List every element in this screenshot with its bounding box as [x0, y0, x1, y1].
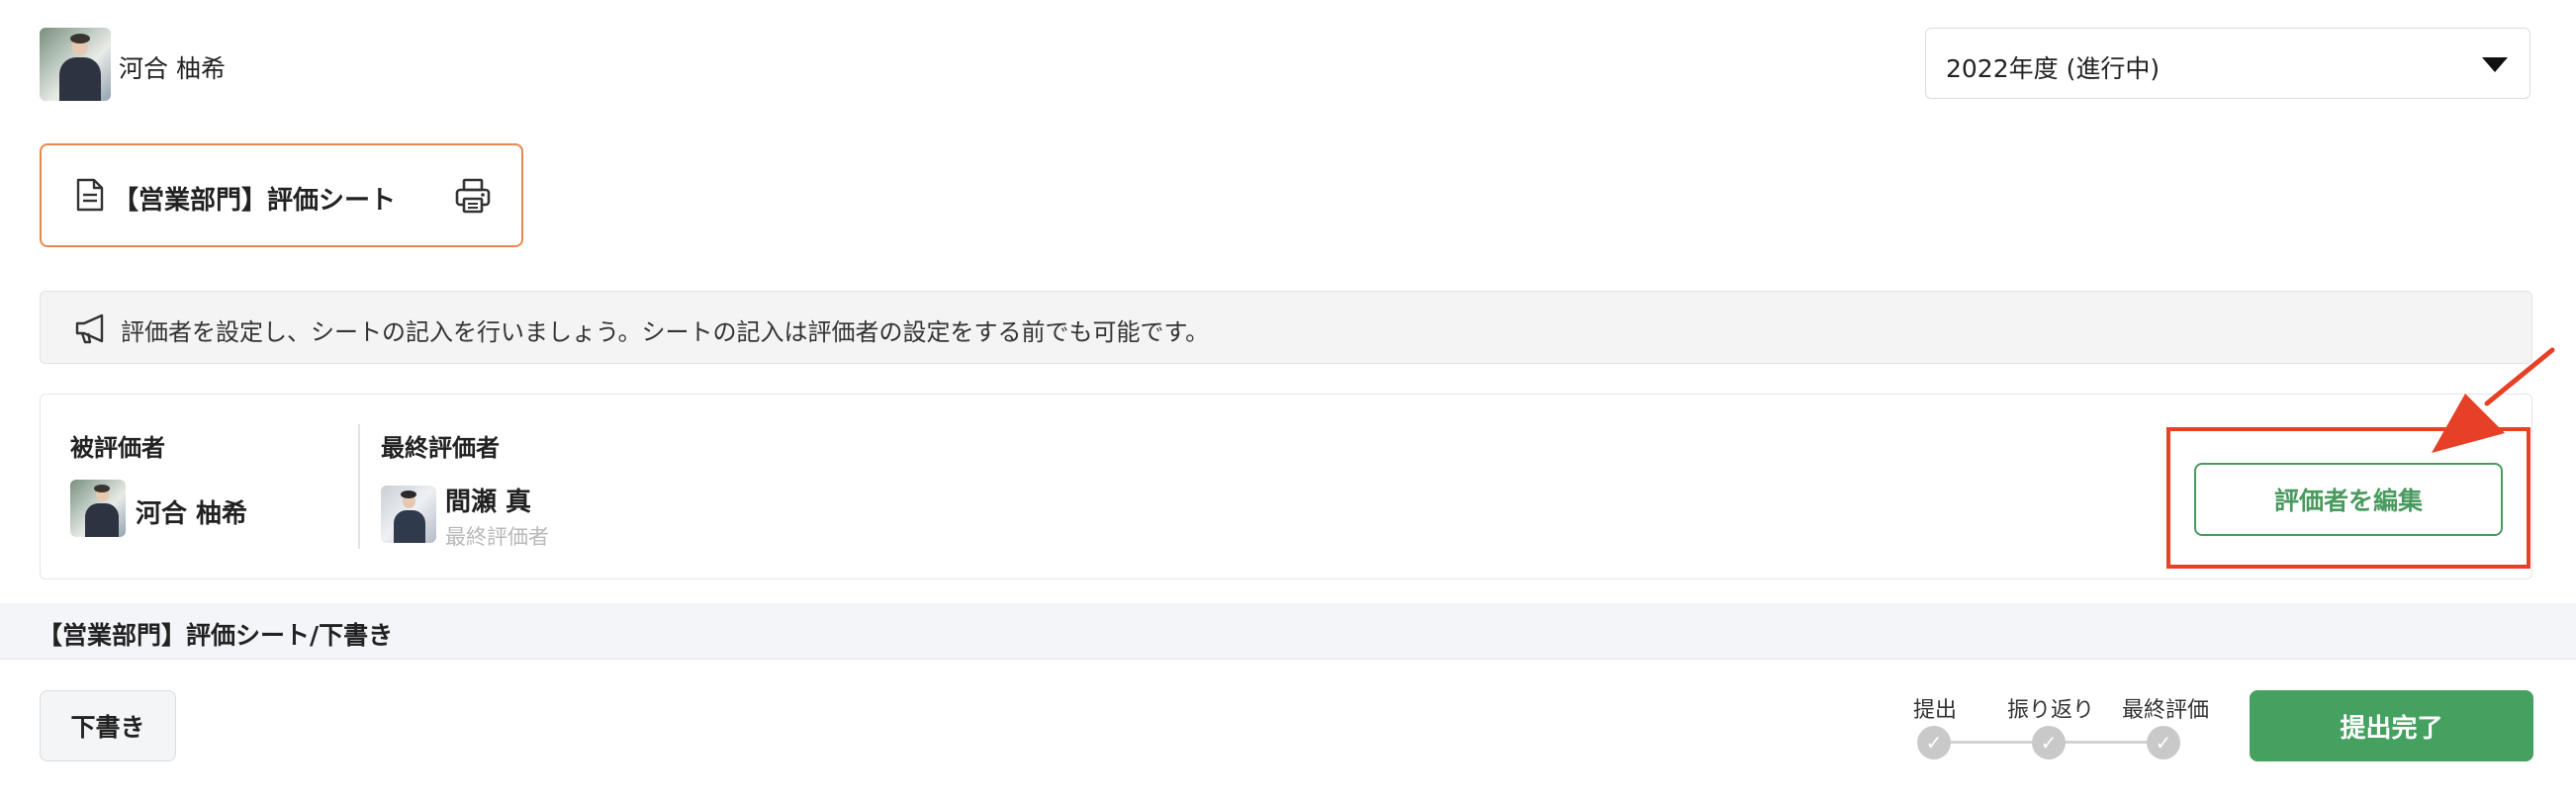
document-icon	[76, 178, 104, 212]
evaluatee-name: 河合 柚希	[136, 499, 248, 529]
megaphone-icon	[75, 313, 104, 344]
print-icon[interactable]	[454, 177, 492, 215]
final-evaluator-label: 最終評価者	[381, 434, 500, 462]
notice-text: 評価者を設定し、シートの記入を行いましょう。シートの記入は評価者の設定をする前で…	[121, 318, 1210, 346]
submit-complete-button[interactable]: 提出完了	[2250, 690, 2533, 761]
section-header: 【営業部門】評価シート/下書き	[0, 603, 2576, 660]
step-label-submit: 提出	[1913, 698, 1958, 723]
evaluatee-label: 被評価者	[70, 434, 165, 462]
step-label-review: 振り返り	[2007, 698, 2095, 723]
panel-divider	[358, 424, 360, 549]
step-check-icon: ✓	[2147, 726, 2180, 759]
caret-down-icon	[2482, 57, 2508, 72]
draft-button[interactable]: 下書き	[40, 690, 176, 761]
notice-banner: 評価者を設定し、シートの記入を行いましょう。シートの記入は評価者の設定をする前で…	[40, 291, 2532, 364]
user-avatar	[40, 28, 111, 101]
fiscal-year-value: 2022年度 (進行中)	[1946, 54, 2161, 83]
evaluation-sheet-card[interactable]: 【営業部門】評価シート	[40, 143, 523, 247]
step-label-final: 最終評価	[2122, 698, 2210, 723]
step-check-icon: ✓	[1917, 726, 1951, 759]
step-check-icon: ✓	[2032, 726, 2066, 759]
evaluation-sheet-title: 【営業部門】評価シート	[113, 186, 397, 216]
edit-evaluator-button[interactable]: 評価者を編集	[2194, 463, 2503, 536]
final-evaluator-avatar	[381, 486, 436, 543]
annotation-arrow-icon	[2432, 347, 2555, 453]
final-evaluator-name: 間瀬 真	[445, 488, 532, 517]
evaluator-panel: 被評価者 河合 柚希 最終評価者 間瀬 真 最終評価者	[40, 394, 2532, 579]
final-evaluator-role: 最終評価者	[445, 525, 549, 549]
user-name: 河合 柚希	[119, 54, 226, 83]
evaluatee-avatar	[70, 480, 126, 537]
fiscal-year-select[interactable]: 2022年度 (進行中)	[1925, 28, 2530, 99]
section-title: 【営業部門】評価シート/下書き	[38, 621, 394, 650]
